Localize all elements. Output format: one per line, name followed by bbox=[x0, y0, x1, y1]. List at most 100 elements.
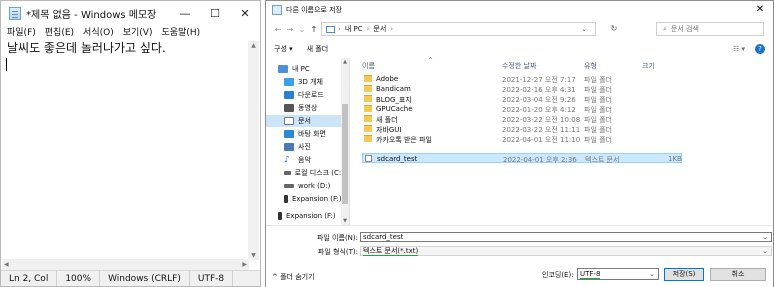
column-name[interactable]: 이름 bbox=[362, 61, 375, 71]
save-button[interactable]: 저장(S) bbox=[664, 268, 704, 281]
file-row[interactable]: Bandicam 2022-02-16 오후 4:31 파일 폴더 bbox=[362, 84, 682, 94]
nav-item-work-drive[interactable]: work (D:) bbox=[266, 180, 344, 192]
notepad-text-area[interactable]: 날씨도 좋은데 놀러나가고 싶다. bbox=[3, 41, 249, 260]
nav-item-expansion-root[interactable]: Expansion (F:) bbox=[266, 210, 344, 222]
view-options-icon[interactable]: ☷ ▾ bbox=[733, 45, 745, 53]
chevron-down-icon[interactable]: ⌄ bbox=[581, 25, 587, 33]
nav-item-music[interactable]: ♪ 음악 bbox=[266, 154, 344, 166]
scroll-down-icon[interactable]: ▼ bbox=[248, 252, 259, 259]
minimize-button[interactable]: — bbox=[170, 1, 200, 25]
nav-item-label: 3D 개체 bbox=[298, 78, 323, 86]
music-icon: ♪ bbox=[284, 155, 290, 165]
folder-icon bbox=[364, 85, 372, 92]
menu-format[interactable]: 서식(O) bbox=[83, 25, 114, 41]
column-headers: 이름 ^ 수정한 날짜 유형 크기 bbox=[356, 57, 772, 72]
file-row[interactable]: Adobe 2021-12-27 오전 7:17 파일 폴더 bbox=[362, 74, 682, 84]
nav-item-this-pc[interactable]: 내 PC bbox=[266, 63, 344, 75]
file-name: sdcard_test bbox=[377, 155, 418, 163]
filename-value: sdcard_test bbox=[363, 233, 404, 241]
filetype-select[interactable]: 텍스트 문서(*.txt) ⌄ bbox=[360, 246, 772, 256]
scroll-left-icon[interactable]: ◀ bbox=[4, 259, 9, 270]
folder-icon bbox=[364, 135, 372, 142]
file-date: 2022-04-01 오후 2:36 bbox=[503, 156, 577, 164]
file-row[interactable]: 카카오톡 받은 파일 2022-04-01 오전 11:10 파일 폴더 bbox=[362, 134, 682, 144]
refresh-icon[interactable]: ↻ bbox=[604, 22, 624, 36]
close-button[interactable]: ✕ bbox=[230, 1, 260, 25]
new-folder-button[interactable]: 새 폴더 bbox=[307, 44, 329, 54]
notepad-status-bar: Ln 2, Col 100% Windows (CRLF) UTF-8 bbox=[1, 270, 260, 286]
column-date[interactable]: 수정한 날짜 bbox=[502, 61, 536, 71]
status-encoding: UTF-8 bbox=[190, 271, 234, 286]
nav-scrollbar[interactable]: ▲ ▼ bbox=[341, 58, 349, 225]
breadcrumb[interactable]: › 내 PC › 문서 › ⌄ bbox=[321, 22, 596, 36]
drive-icon bbox=[284, 184, 294, 188]
file-row-selected[interactable]: sdcard_test 2022-04-01 오후 2:36 텍스트 문서 1K… bbox=[362, 153, 682, 164]
encoding-select[interactable]: UTF-8 ⌄ bbox=[577, 268, 659, 280]
menu-file[interactable]: 파일(F) bbox=[7, 25, 36, 41]
notepad-text: 날씨도 좋은데 놀러나가고 싶다. bbox=[7, 41, 166, 55]
breadcrumb-pc[interactable]: 내 PC bbox=[345, 24, 363, 34]
search-placeholder: 문서 검색 bbox=[670, 25, 699, 33]
organize-button[interactable]: 구성 ▾ bbox=[274, 44, 293, 54]
filename-label: 파일 이름(N): bbox=[316, 234, 358, 242]
file-row[interactable]: 자바GUI 2022-03-22 오전 11:11 파일 폴더 bbox=[362, 124, 682, 134]
nav-item-3d-objects[interactable]: 3D 개체 bbox=[266, 76, 344, 88]
filename-input[interactable]: sdcard_test ⌄ bbox=[360, 232, 772, 242]
nav-item-expansion[interactable]: Expansion (F:) bbox=[266, 193, 344, 205]
scroll-down-icon[interactable]: ▼ bbox=[341, 218, 349, 224]
horizontal-scrollbar[interactable]: ◀ ▶ bbox=[2, 259, 249, 270]
up-arrow-icon[interactable]: ↑ bbox=[308, 25, 320, 34]
folder-icon bbox=[364, 105, 372, 112]
dialog-close-button[interactable]: ✕ bbox=[747, 4, 773, 15]
hide-folders-button[interactable]: ^ 폴더 숨기기 bbox=[272, 272, 315, 282]
file-size: 1KB bbox=[668, 155, 682, 163]
dialog-title-bar[interactable]: 다른 이름으로 저장 ✕ bbox=[266, 1, 773, 18]
usb-drive-icon bbox=[284, 195, 288, 203]
column-size[interactable]: 크기 bbox=[642, 61, 655, 71]
nav-item-label: 음악 bbox=[298, 156, 311, 164]
column-type[interactable]: 유형 bbox=[584, 61, 597, 71]
vertical-scrollbar[interactable]: ▲ ▼ bbox=[248, 41, 259, 260]
folder-icon bbox=[364, 75, 372, 82]
forward-arrow-icon[interactable]: → bbox=[284, 25, 296, 34]
folder-icon bbox=[364, 125, 372, 132]
filetype-label: 파일 형식(T): bbox=[317, 248, 358, 256]
usb-drive-icon bbox=[278, 212, 282, 220]
file-name: GPUCache bbox=[376, 105, 413, 113]
recent-locations-icon[interactable]: ⌄ bbox=[296, 25, 308, 34]
scroll-thumb[interactable] bbox=[342, 104, 348, 204]
nav-item-desktop[interactable]: 바탕 화면 bbox=[266, 128, 344, 140]
chevron-down-icon[interactable]: ⌄ bbox=[762, 233, 768, 241]
breadcrumb-separator: › bbox=[366, 25, 370, 33]
menu-help[interactable]: 도움말(H) bbox=[161, 25, 200, 41]
nav-item-pictures[interactable]: 사진 bbox=[266, 141, 344, 153]
nav-item-label: 바탕 화면 bbox=[298, 130, 326, 138]
scroll-right-icon[interactable]: ▶ bbox=[242, 259, 247, 270]
file-row[interactable]: GPUCache 2022-01-20 오후 4:12 파일 폴더 bbox=[362, 104, 682, 114]
chevron-down-icon[interactable]: ⌄ bbox=[762, 247, 768, 255]
file-row[interactable]: 새 폴더 2022-03-22 오전 10:08 파일 폴더 bbox=[362, 114, 682, 124]
help-icon[interactable]: ? bbox=[755, 44, 765, 54]
folder-icon bbox=[364, 95, 372, 102]
file-type: 텍스트 문서 bbox=[585, 156, 620, 164]
video-icon bbox=[284, 104, 294, 112]
notepad-title-bar[interactable]: *제목 없음 - Windows 메모장 — ☐ ✕ bbox=[1, 1, 260, 25]
menu-view[interactable]: 보기(V) bbox=[123, 25, 153, 41]
chevron-down-icon[interactable]: ⌄ bbox=[649, 269, 655, 279]
nav-item-local-disk[interactable]: 로컬 디스크 (C:) bbox=[266, 167, 344, 179]
nav-item-videos[interactable]: 동영상 bbox=[266, 102, 344, 114]
cancel-button[interactable]: 취소 bbox=[710, 268, 766, 281]
nav-item-documents[interactable]: 문서 bbox=[266, 115, 344, 127]
maximize-button[interactable]: ☐ bbox=[200, 1, 230, 25]
notepad-icon bbox=[9, 6, 21, 20]
scroll-up-icon[interactable]: ▲ bbox=[248, 42, 259, 49]
nav-item-label: 로컬 디스크 (C:) bbox=[294, 169, 344, 177]
menu-edit[interactable]: 편집(E) bbox=[45, 25, 74, 41]
search-box[interactable]: ⌕ 문서 검색 bbox=[656, 22, 764, 36]
back-arrow-icon[interactable]: ← bbox=[272, 25, 284, 34]
filetype-value: 텍스트 문서(*.txt) bbox=[363, 247, 419, 256]
breadcrumb-documents[interactable]: 문서 bbox=[373, 24, 386, 34]
nav-item-downloads[interactable]: 다운로드 bbox=[266, 89, 344, 101]
scroll-up-icon[interactable]: ▲ bbox=[341, 59, 349, 65]
file-row[interactable]: BLOG_표지 2022-03-04 오전 9:26 파일 폴더 bbox=[362, 94, 682, 104]
